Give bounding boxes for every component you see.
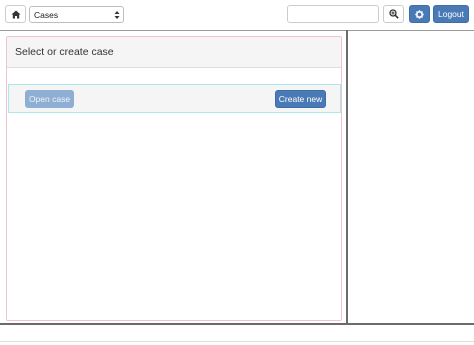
- case-panel: Select or create case Open case Create n…: [6, 36, 342, 321]
- case-actions-row: Open case Create new: [8, 84, 341, 113]
- logout-button[interactable]: Logout: [433, 5, 469, 23]
- create-new-button[interactable]: Create new: [275, 90, 326, 108]
- bottom-pane: [0, 325, 474, 345]
- gear-icon: [415, 9, 424, 19]
- search-input[interactable]: [287, 5, 379, 23]
- pane-splitter[interactable]: [346, 30, 348, 324]
- case-select-value: Cases: [34, 9, 59, 20]
- zoom-button[interactable]: [383, 5, 404, 23]
- zoom-in-icon: [388, 9, 399, 19]
- home-icon: [11, 10, 20, 18]
- app-window: Cases Logout Select or create case Open …: [0, 0, 474, 345]
- footer-divider: [0, 341, 474, 342]
- open-case-button[interactable]: Open case: [25, 90, 74, 108]
- select-arrows-icon: [114, 11, 120, 19]
- home-button[interactable]: [5, 5, 26, 23]
- toolbar-divider: [0, 30, 474, 31]
- top-toolbar: Cases Logout: [0, 0, 474, 30]
- settings-button[interactable]: [409, 5, 430, 23]
- panel-title: Select or create case: [7, 37, 341, 68]
- case-select[interactable]: Cases: [29, 6, 124, 23]
